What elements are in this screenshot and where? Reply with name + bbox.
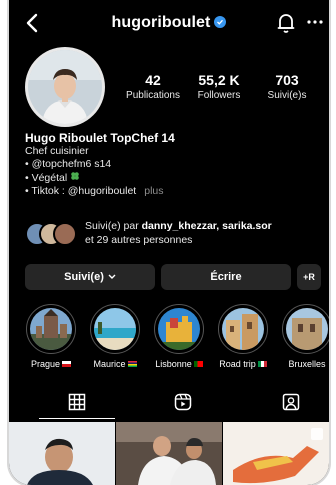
- highlight-label-text: Bruxelles: [288, 359, 326, 369]
- stat-followers-value: 55,2 K: [198, 72, 240, 88]
- chevron-down-icon: [108, 271, 116, 283]
- story-highlights: Prague Maurice Lisbonne Road trip Bruxel…: [9, 304, 329, 376]
- username-text: hugoriboulet: [111, 14, 211, 31]
- highlight-cover: [286, 308, 328, 350]
- bio-section: Hugo Riboulet TopChef 14 Chef cuisinier …: [25, 131, 315, 198]
- highlight-label-text: Maurice: [93, 359, 126, 369]
- verified-badge-icon: [214, 16, 227, 28]
- stat-posts[interactable]: 42 Publications: [123, 72, 183, 101]
- mauritius-flag-icon: [127, 361, 137, 367]
- highlight-item[interactable]: Prague: [21, 304, 81, 369]
- stat-followers-label: Followers: [197, 90, 241, 101]
- message-button-label: Écrire: [210, 271, 242, 283]
- bio-line-with-icon: • Végétal: [25, 171, 315, 185]
- post-thumbnail[interactable]: [116, 422, 222, 485]
- stat-following[interactable]: 703 Suivi(e)s: [257, 72, 317, 101]
- highlight-ring: [218, 304, 268, 354]
- posts-grid: [9, 422, 329, 485]
- tab-tagged[interactable]: [271, 392, 311, 416]
- highlight-cover: [94, 308, 136, 350]
- display-name: Hugo Riboulet TopChef 14: [25, 131, 175, 145]
- bell-icon[interactable]: [276, 12, 296, 34]
- bio-line-text: • Tiktok : @hugoriboulet: [25, 185, 137, 197]
- highlight-item[interactable]: Maurice: [85, 304, 145, 369]
- active-tab-indicator: [39, 418, 115, 419]
- highlight-cover: [158, 308, 200, 350]
- highlight-cover: [30, 308, 72, 350]
- reels-icon: [174, 393, 192, 416]
- bio-more-link[interactable]: plus: [144, 185, 163, 197]
- bio-line[interactable]: • @topchefm6 s14: [25, 158, 315, 171]
- tagged-icon: [282, 393, 300, 416]
- highlight-ring: [90, 304, 140, 354]
- highlight-item[interactable]: Road trip: [213, 304, 273, 369]
- stat-followers[interactable]: 55,2 K Followers: [189, 72, 249, 101]
- post-thumbnail[interactable]: [9, 422, 115, 485]
- post-thumbnail[interactable]: [223, 422, 329, 485]
- mutual-avatars: [25, 222, 83, 246]
- highlight-label: Maurice: [85, 359, 145, 369]
- action-buttons: Suivi(e) Écrire +R: [25, 264, 321, 290]
- highlight-label-text: Prague: [30, 359, 61, 369]
- clover-icon: [70, 172, 80, 184]
- followed-names: danny_khezzar, sarika.sor: [141, 220, 272, 232]
- portugal-flag-icon: [193, 361, 203, 367]
- following-button-label: Suivi(e): [64, 271, 104, 283]
- grid-icon: [68, 393, 86, 416]
- bio-line: Chef cuisinier: [25, 145, 89, 157]
- highlight-item[interactable]: Lisbonne: [149, 304, 209, 369]
- italy-flag-icon: [257, 361, 267, 367]
- avatar-photo: [28, 50, 102, 124]
- highlight-item[interactable]: Bruxelles: [277, 304, 329, 369]
- highlight-label-text: Lisbonne: [155, 359, 192, 369]
- highlight-label: Road trip: [213, 359, 273, 369]
- message-button[interactable]: Écrire: [161, 264, 291, 290]
- tab-posts[interactable]: [57, 392, 97, 416]
- suggest-button[interactable]: +R: [297, 264, 321, 290]
- highlight-cover: [222, 308, 264, 350]
- highlight-label: Prague: [21, 359, 81, 369]
- stat-posts-value: 42: [145, 72, 161, 88]
- top-bar: hugoriboulet: [9, 10, 329, 38]
- bio-line-last: • Tiktok : @hugoriboulet plus: [25, 185, 315, 198]
- highlight-ring: [154, 304, 204, 354]
- followed-suffix: et 29 autres personnes: [85, 234, 193, 246]
- following-button[interactable]: Suivi(e): [25, 264, 155, 290]
- highlight-ring: [26, 304, 76, 354]
- highlight-label: Lisbonne: [149, 359, 209, 369]
- mutual-avatar: [53, 222, 77, 246]
- highlight-ring: [282, 304, 329, 354]
- highlight-label: Bruxelles: [277, 359, 329, 369]
- bio-line-text: • Végétal: [25, 172, 68, 184]
- stat-posts-label: Publications: [126, 90, 180, 101]
- profile-avatar[interactable]: [25, 47, 105, 127]
- stat-following-value: 703: [275, 72, 299, 88]
- followed-by-text: Suivi(e) par danny_khezzar, sarika.sor e…: [85, 219, 272, 247]
- tab-reels[interactable]: [163, 392, 203, 416]
- more-horizontal-icon[interactable]: [305, 14, 325, 30]
- stat-following-label: Suivi(e)s: [267, 90, 307, 101]
- highlight-label-text: Road trip: [219, 359, 256, 369]
- czech-flag-icon: [62, 361, 72, 367]
- profile-screen: hugoriboulet 42 Publications 55,2 K Foll…: [9, 0, 329, 485]
- add-person-label: +R: [303, 272, 315, 282]
- followed-by[interactable]: Suivi(e) par danny_khezzar, sarika.sor e…: [25, 218, 325, 250]
- profile-tabs: [9, 390, 329, 420]
- followed-prefix: Suivi(e) par: [85, 220, 142, 232]
